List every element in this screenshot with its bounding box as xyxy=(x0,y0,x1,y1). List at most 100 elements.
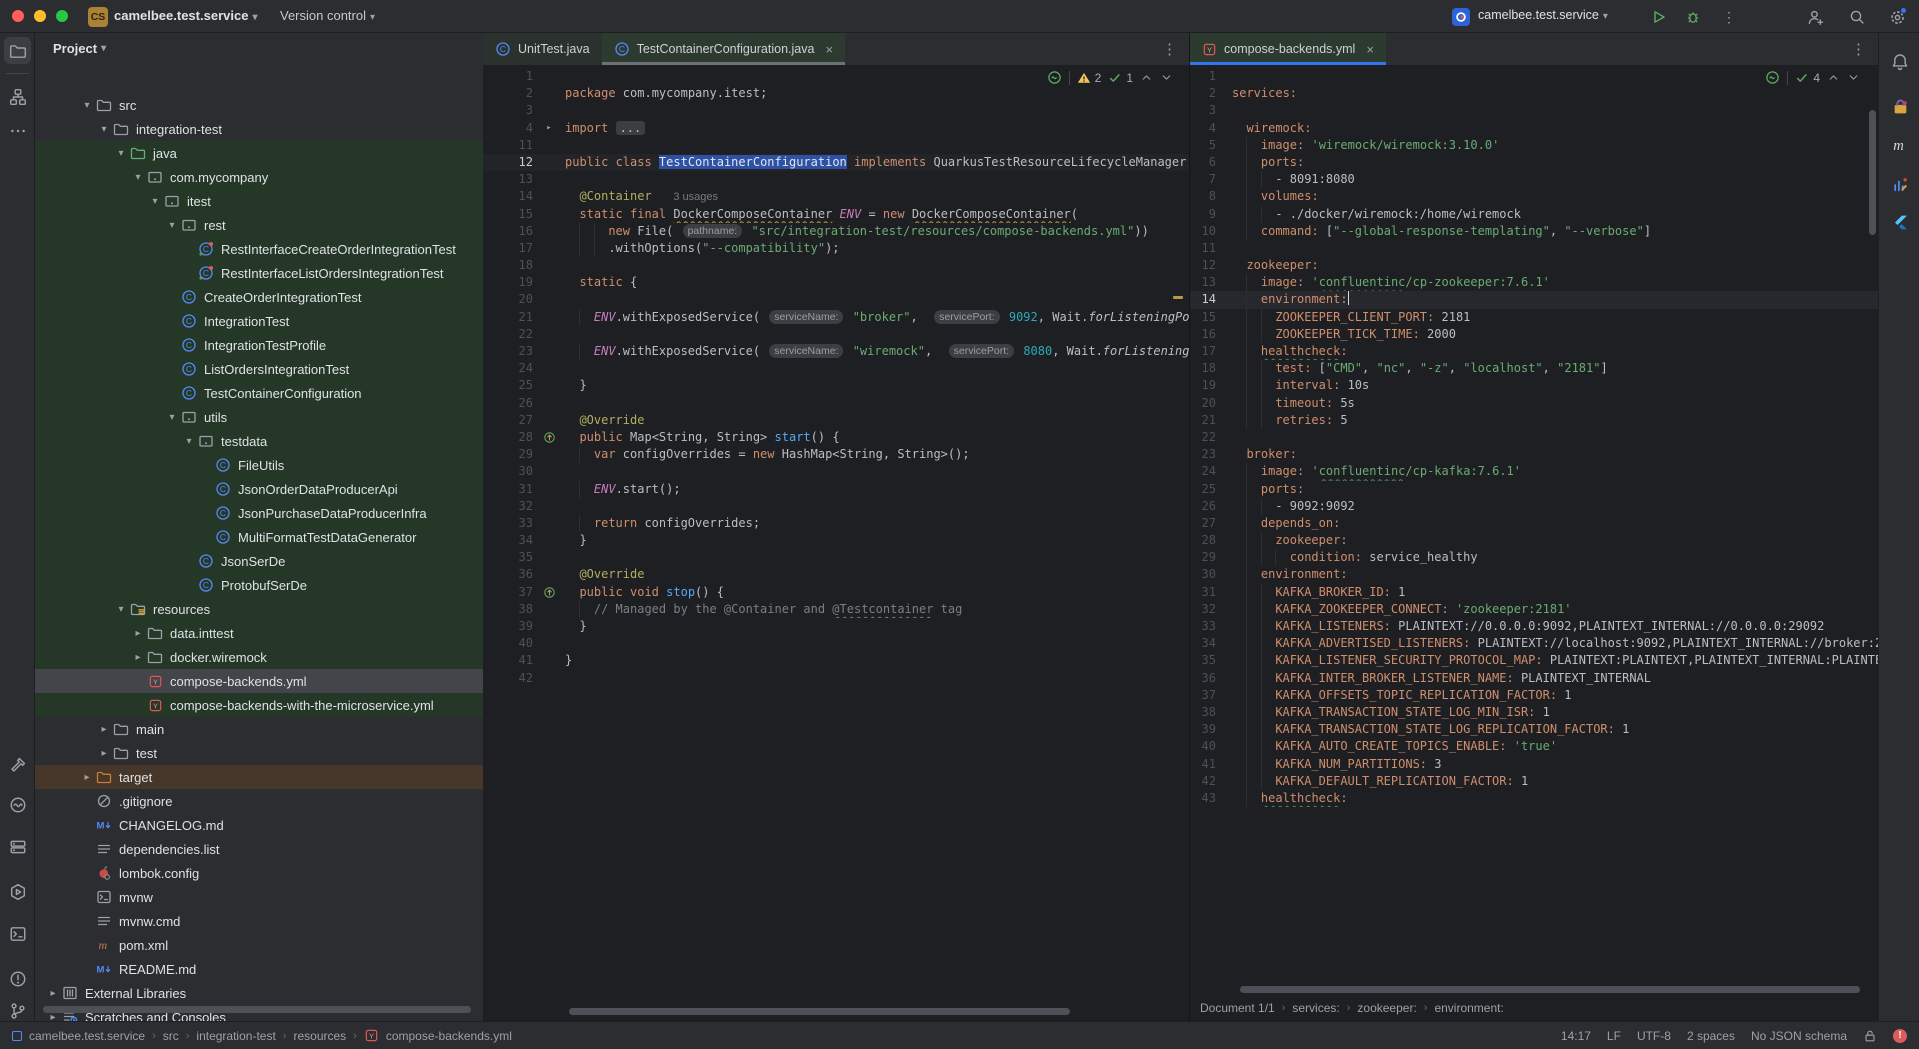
status-breadcrumb-item[interactable]: src xyxy=(163,1029,179,1043)
yaml-editor-pane[interactable]: Ycompose-backends.yml×⋮ 4 12services:34w… xyxy=(1190,33,1878,1021)
status-breadcrumb-item[interactable]: integration-test xyxy=(196,1029,275,1043)
tree-row[interactable]: ▾testdata xyxy=(35,429,483,453)
breadcrumb-item[interactable]: services: xyxy=(1292,1001,1339,1015)
yaml-hscrollbar[interactable] xyxy=(1240,986,1860,993)
tree-row[interactable]: Ycompose-backends.yml xyxy=(35,669,483,693)
tab-options-icon[interactable]: ⋮ xyxy=(1162,40,1177,58)
tree-row[interactable]: MCHANGELOG.md xyxy=(35,813,483,837)
tree-row[interactable]: dependencies.list xyxy=(35,837,483,861)
yaml-vscrollbar[interactable] xyxy=(1869,110,1876,235)
tree-chevron-icon[interactable]: ▸ xyxy=(96,748,112,759)
previous-problem-icon[interactable] xyxy=(1827,71,1840,84)
breadcrumb-item[interactable]: Document 1/1 xyxy=(1200,1001,1275,1015)
fold-chevron-icon[interactable]: ▸ xyxy=(533,120,565,137)
tree-row[interactable]: CIntegrationTestProfile xyxy=(35,333,483,357)
tree-row[interactable]: ▾rest xyxy=(35,213,483,237)
tool-stripe-build-hammer-icon[interactable] xyxy=(4,751,31,778)
tool-stripe-services-icon[interactable] xyxy=(4,833,31,860)
tool-stripe-maven-icon[interactable]: m xyxy=(1887,132,1913,158)
tree-row[interactable]: CJsonSerDe xyxy=(35,549,483,573)
tool-stripe-plugin-flutter-icon[interactable] xyxy=(1887,209,1913,235)
gutter-icon-slot[interactable] xyxy=(533,429,565,446)
checks-count[interactable]: 4 xyxy=(1813,71,1820,85)
tree-row[interactable]: ▾itest xyxy=(35,189,483,213)
tree-row[interactable]: ▾com.mycompany xyxy=(35,165,483,189)
tree-chevron-icon[interactable]: ▾ xyxy=(181,436,197,447)
tree-row[interactable]: Ycompose-backends-with-the-microservice.… xyxy=(35,693,483,717)
status-breadcrumb-item[interactable]: camelbee.test.service xyxy=(29,1029,145,1043)
tool-stripe-git-branch-icon[interactable] xyxy=(4,997,31,1024)
tool-stripe-more-icon[interactable] xyxy=(4,117,31,144)
status-item[interactable]: No JSON schema xyxy=(1751,1029,1847,1043)
tree-chevron-icon[interactable]: ▾ xyxy=(96,124,112,135)
tool-stripe-profiler-icon[interactable] xyxy=(4,791,31,818)
search-everywhere-icon[interactable] xyxy=(1848,8,1866,26)
project-menu[interactable]: camelbee.test.service▾ xyxy=(114,8,257,23)
tool-stripe-terminal-icon[interactable] xyxy=(4,920,31,947)
editor-tab[interactable]: Ycompose-backends.yml× xyxy=(1190,33,1386,65)
tree-row[interactable]: lombok.config xyxy=(35,861,483,885)
tree-chevron-icon[interactable]: ▸ xyxy=(45,988,61,999)
tree-chevron-icon[interactable]: ▾ xyxy=(164,220,180,231)
tree-row[interactable]: ▾resources xyxy=(35,597,483,621)
tree-row[interactable]: ▾utils xyxy=(35,405,483,429)
run-config-icon[interactable] xyxy=(1452,8,1470,26)
tree-row[interactable]: CJsonPurchaseDataProducerInfra xyxy=(35,501,483,525)
yaml-editor-content[interactable]: 12services:34wiremock:5image: 'wiremock/… xyxy=(1190,68,1878,807)
tree-chevron-icon[interactable]: ▸ xyxy=(130,628,146,639)
tree-row[interactable]: CIntegrationTest xyxy=(35,309,483,333)
tree-row[interactable]: CRestInterfaceCreateOrderIntegrationTest xyxy=(35,237,483,261)
tree-row[interactable]: CMultiFormatTestDataGenerator xyxy=(35,525,483,549)
java-inspections-widget[interactable]: 21 xyxy=(1047,70,1173,85)
project-chip[interactable]: CS xyxy=(88,7,108,27)
tree-row[interactable]: mpom.xml xyxy=(35,933,483,957)
tree-row[interactable]: MREADME.md xyxy=(35,957,483,981)
tree-chevron-icon[interactable]: ▾ xyxy=(113,604,129,615)
debug-button[interactable] xyxy=(1684,8,1702,26)
tool-stripe-plugin-toolbox-icon[interactable] xyxy=(1887,94,1913,120)
java-editor-content[interactable]: 12package com.mycompany.itest;34▸import … xyxy=(483,68,1189,687)
tree-row[interactable]: .gitignore xyxy=(35,789,483,813)
tree-row[interactable]: mvnw xyxy=(35,885,483,909)
tree-row[interactable]: CFileUtils xyxy=(35,453,483,477)
tool-stripe-run-hexagon-icon[interactable] xyxy=(4,878,31,905)
tree-row[interactable]: CProtobufSerDe xyxy=(35,573,483,597)
next-problem-icon[interactable] xyxy=(1847,71,1860,84)
tool-stripe-notifications-bell-icon[interactable] xyxy=(1887,49,1913,75)
status-breadcrumb-item[interactable]: compose-backends.yml xyxy=(386,1029,512,1043)
tree-row[interactable]: CTestContainerConfiguration xyxy=(35,381,483,405)
tree-chevron-icon[interactable]: ▸ xyxy=(79,772,95,783)
version-control-menu[interactable]: Version control▾ xyxy=(280,8,375,23)
tool-stripe-structure-icon[interactable] xyxy=(4,83,31,110)
tool-stripe-problems-icon[interactable] xyxy=(4,965,31,992)
previous-problem-icon[interactable] xyxy=(1140,71,1153,84)
breadcrumb-item[interactable]: zookeeper: xyxy=(1357,1001,1416,1015)
tree-chevron-icon[interactable]: ▾ xyxy=(113,148,129,159)
editor-tab[interactable]: CUnitTest.java xyxy=(483,33,602,65)
tool-stripe-plugin-chart-icon[interactable] xyxy=(1887,171,1913,197)
minimize-window-icon[interactable] xyxy=(34,10,46,22)
tree-row[interactable]: ▸External Libraries xyxy=(35,981,483,1005)
status-item[interactable]: 14:17 xyxy=(1561,1029,1591,1043)
gutter-icon-slot[interactable] xyxy=(533,584,565,601)
java-hscrollbar[interactable] xyxy=(569,1008,1070,1015)
project-hscrollbar[interactable] xyxy=(43,1006,471,1013)
breadcrumb-item[interactable]: environment: xyxy=(1434,1001,1503,1015)
tree-row[interactable]: CJsonOrderDataProducerApi xyxy=(35,477,483,501)
tree-row[interactable]: ▾integration-test xyxy=(35,117,483,141)
error-notification-icon[interactable]: ! xyxy=(1893,1029,1907,1043)
tree-chevron-icon[interactable]: ▾ xyxy=(147,196,163,207)
tree-row[interactable]: ▸target xyxy=(35,765,483,789)
tree-row[interactable]: ▾java xyxy=(35,141,483,165)
status-item[interactable]: LF xyxy=(1607,1029,1621,1043)
maximize-window-icon[interactable] xyxy=(56,10,68,22)
next-problem-icon[interactable] xyxy=(1160,71,1173,84)
tree-chevron-icon[interactable]: ▸ xyxy=(96,724,112,735)
tool-stripe-project-folder-icon[interactable] xyxy=(4,37,31,64)
tree-chevron-icon[interactable]: ▸ xyxy=(130,652,146,663)
run-config-selector[interactable]: camelbee.test.service▾ xyxy=(1478,8,1608,22)
editor-tab[interactable]: CTestContainerConfiguration.java× xyxy=(602,33,845,65)
tree-row[interactable]: ▾src xyxy=(35,97,483,117)
close-window-icon[interactable] xyxy=(12,10,24,22)
status-item[interactable]: UTF-8 xyxy=(1637,1029,1671,1043)
